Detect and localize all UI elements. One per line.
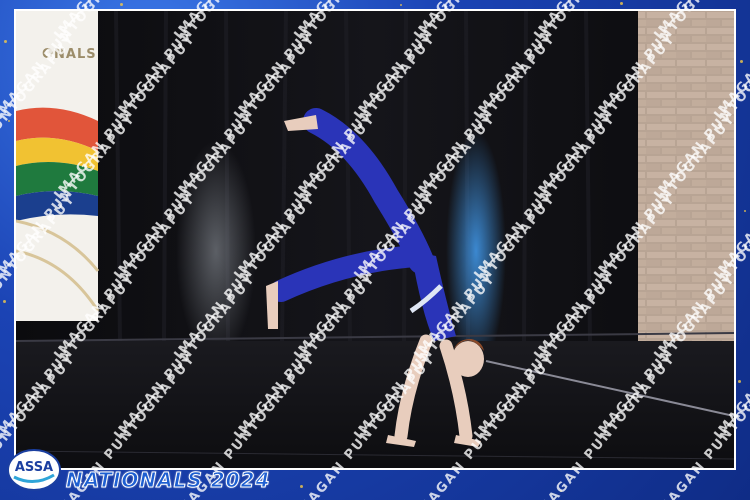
banner-text: ONALS <box>42 47 97 62</box>
sparkle <box>740 60 743 63</box>
stage-scene <box>16 11 734 468</box>
sparkle <box>4 40 7 43</box>
sparkle <box>3 300 6 303</box>
sparkle <box>738 380 741 383</box>
performance-photo: ONALS <box>14 9 736 470</box>
stage-floor <box>16 341 734 468</box>
sparkle <box>8 120 10 122</box>
brick-wall <box>638 11 734 356</box>
dancer-head <box>452 341 484 377</box>
trailing-foot <box>266 281 278 329</box>
stage-light <box>176 141 256 361</box>
logo-text: ASSA <box>14 460 54 475</box>
sparkle <box>620 2 623 5</box>
sparkle <box>400 4 402 6</box>
photo-frame: ONALS IMAGAN PUNTOGRAPUYIMAGAN PUNTOGRAP… <box>0 0 750 500</box>
event-title: NATIONALS 2024 <box>65 468 271 493</box>
sparkle <box>120 3 123 6</box>
sparkle <box>744 210 746 212</box>
